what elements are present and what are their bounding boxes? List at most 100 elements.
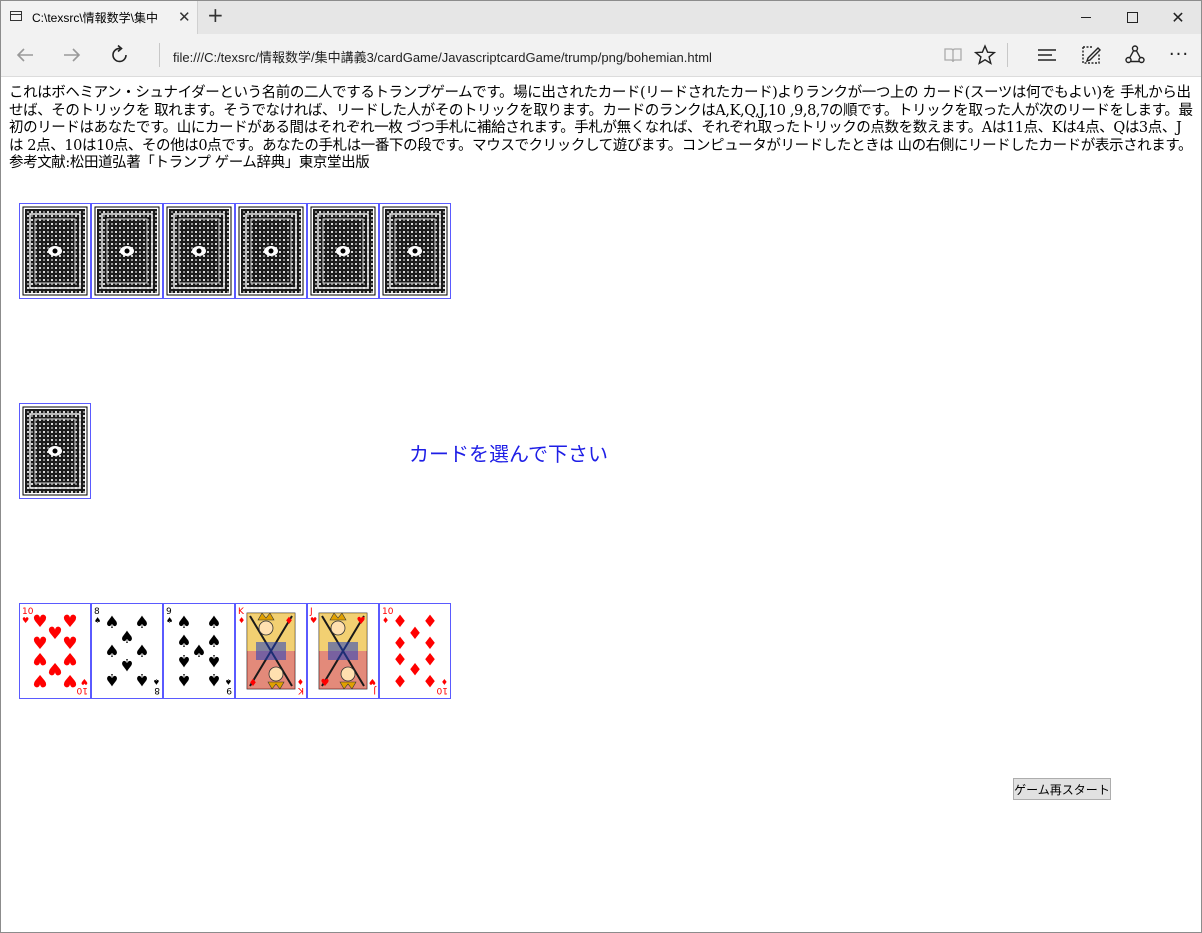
card-pip-hearts: ♥ — [32, 670, 47, 690]
computer-card-back — [163, 203, 235, 299]
card-pip-diamonds: ♦ — [422, 670, 437, 690]
card-pip-spades: ♠ — [119, 654, 134, 674]
share-icon — [1125, 45, 1145, 64]
game-description: これはボヘミアン・シュナイダーという名前の二人でするトランプゲームです。場に出さ… — [9, 85, 1193, 171]
card-face: 8♠8♠♠ ♠♠♠ ♠♠♠ ♠ — [92, 604, 162, 698]
card-pip-spades: ♠ — [104, 669, 119, 689]
card-back-pattern — [22, 406, 88, 496]
card-pip-spades: ♠ — [176, 650, 191, 670]
card-pip-diamonds: ♦ — [422, 612, 437, 632]
card-pip-spades: ♠ — [134, 613, 149, 633]
card-pip-spades: ♠ — [134, 669, 149, 689]
card-pip-diamonds: ♦ — [392, 612, 407, 632]
card-suit-index: ♠ — [153, 677, 160, 686]
card-pip-hearts: ♥ — [32, 648, 47, 668]
maximize-icon — [1126, 11, 1138, 23]
minimize-button[interactable] — [1063, 1, 1109, 34]
browser-window: C:\texsrc\情報数学\集中 ✕ + ✕ file:///C:/texsr… — [0, 0, 1202, 933]
card-suit-index: ♥ — [369, 677, 376, 686]
favorite-star-icon[interactable] — [971, 42, 999, 68]
back-arrow-icon — [16, 48, 33, 62]
minimize-icon — [1081, 16, 1091, 18]
card-suit-index: ♦ — [238, 616, 245, 625]
card-suit-index: ♦ — [382, 616, 389, 625]
page-content: これはボヘミアン・シュナイダーという名前の二人でするトランプゲームです。場に出さ… — [1, 77, 1201, 932]
refresh-button[interactable] — [105, 42, 135, 68]
maximize-button[interactable] — [1109, 1, 1155, 34]
new-tab-icon[interactable]: + — [207, 3, 224, 27]
card-pip-spades: ♠ — [206, 669, 221, 689]
card-back-pattern — [238, 206, 304, 296]
card-pip-hearts: ♥ — [357, 616, 366, 627]
card-suit-index: ♥ — [81, 677, 88, 686]
forward-arrow-icon — [64, 48, 81, 62]
card-face: 9♠9♠♠ ♠♠ ♠♠♠ ♠♠ ♠ — [164, 604, 234, 698]
card-pip-spades: ♠ — [206, 632, 221, 652]
card-suit-index: ♥ — [22, 616, 29, 625]
card-pip-spades: ♠ — [176, 613, 191, 633]
computer-card-back — [19, 203, 91, 299]
card-pip-hearts: ♥ — [62, 648, 77, 668]
computer-card-back — [91, 203, 163, 299]
stock-pile — [19, 403, 91, 499]
more-options-icon[interactable]: ··· — [1165, 42, 1193, 68]
card-pip-hearts: ♥ — [47, 658, 62, 678]
book-icon — [944, 48, 962, 63]
page-icon — [10, 11, 22, 21]
refresh-icon — [112, 44, 127, 63]
card-suit-index: ♦ — [297, 677, 304, 686]
card-face: J♥J♥♥♥ — [308, 604, 378, 698]
address-bar[interactable]: file:///C:/texsrc/情報数学/集中講義3/cardGame/Ja… — [173, 47, 712, 66]
card-pip-hearts: ♥ — [32, 612, 47, 632]
card-pip-spades: ♠ — [119, 628, 134, 648]
tab-title: C:\texsrc\情報数学\集中 — [32, 11, 159, 25]
window-close-button[interactable]: ✕ — [1155, 1, 1201, 34]
web-note-button[interactable] — [1077, 42, 1105, 68]
card-suit-index: ♦ — [441, 677, 448, 686]
card-back-pattern — [94, 206, 160, 296]
card-face: 10♥10♥♥ ♥♥♥ ♥♥ ♥♥♥ ♥ — [20, 604, 90, 698]
navigation-toolbar: file:///C:/texsrc/情報数学/集中講義3/cardGame/Ja… — [1, 34, 1201, 77]
card-suit-index: ♠ — [225, 677, 232, 686]
star-icon — [973, 44, 997, 65]
card-back-pattern — [22, 206, 88, 296]
restart-game-button[interactable]: ゲーム再スタート — [1013, 778, 1111, 800]
card-back-pattern — [166, 206, 232, 296]
player-card-10-of-diamonds[interactable]: 10 ♦ 10 ♦ ♦ ♦ ♦ ♦ ♦ ♦ ♦ ♦ ♦ ♦ — [379, 603, 451, 699]
share-button[interactable] — [1121, 42, 1149, 68]
card-suit-index: ♠ — [94, 616, 101, 625]
back-button[interactable] — [10, 42, 40, 68]
card-pip-hearts: ♥ — [62, 670, 77, 690]
window-close-icon: ✕ — [1171, 8, 1185, 27]
toolbar-divider — [1007, 43, 1008, 67]
card-pip-hearts: ♥ — [47, 624, 62, 644]
forward-button[interactable] — [57, 42, 87, 68]
computer-card-back — [307, 203, 379, 299]
card-pip-diamonds: ♦ — [407, 658, 422, 678]
player-card-k-of-diamonds[interactable]: K ♦ K ♦ ♦ ♦ — [235, 603, 307, 699]
toolbar-divider — [159, 43, 160, 67]
computer-card-back — [379, 203, 451, 299]
player-card-j-of-hearts[interactable]: J ♥ J ♥ ♥ ♥ — [307, 603, 379, 699]
stock-card-back — [19, 403, 91, 499]
computer-card-back — [235, 203, 307, 299]
close-tab-icon[interactable]: ✕ — [178, 8, 191, 26]
hub-button[interactable] — [1033, 42, 1061, 68]
card-pip-diamonds: ♦ — [285, 616, 294, 627]
player-hand: 10 ♥ 10 ♥ ♥ ♥ ♥ ♥ ♥ ♥ ♥ ♥ ♥ ♥ 8 ♠ 8 ♠ ♠ ♠ ♠ ♠ ♠ ♠ ♠ ♠ 9 ♠ 9 ♠ ♠ ♠ ♠ ♠ ♠ ♠ ♠ ♠… — [19, 603, 451, 699]
card-back-pattern — [382, 206, 448, 296]
card-pip-spades: ♠ — [104, 613, 119, 633]
player-card-8-of-spades[interactable]: 8 ♠ 8 ♠ ♠ ♠ ♠ ♠ ♠ ♠ ♠ ♠ — [91, 603, 163, 699]
card-face: 10♦10♦♦ ♦♦♦ ♦♦ ♦♦♦ ♦ — [380, 604, 450, 698]
card-pip-diamonds: ♦ — [392, 648, 407, 668]
card-pip-diamonds: ♦ — [407, 624, 422, 644]
reading-view-icon[interactable] — [939, 42, 967, 68]
pen-note-icon — [1082, 46, 1101, 64]
card-face: K♦K♦♦♦ — [236, 604, 306, 698]
card-pip-spades: ♠ — [206, 613, 221, 633]
player-card-9-of-spades[interactable]: 9 ♠ 9 ♠ ♠ ♠ ♠ ♠ ♠ ♠ ♠ ♠ ♠ — [163, 603, 235, 699]
browser-tab[interactable]: C:\texsrc\情報数学\集中 ✕ — [1, 1, 198, 34]
card-suit-index: ♠ — [166, 616, 173, 625]
player-card-10-of-hearts[interactable]: 10 ♥ 10 ♥ ♥ ♥ ♥ ♥ ♥ ♥ ♥ ♥ ♥ ♥ — [19, 603, 91, 699]
card-pip-spades: ♠ — [191, 642, 206, 662]
